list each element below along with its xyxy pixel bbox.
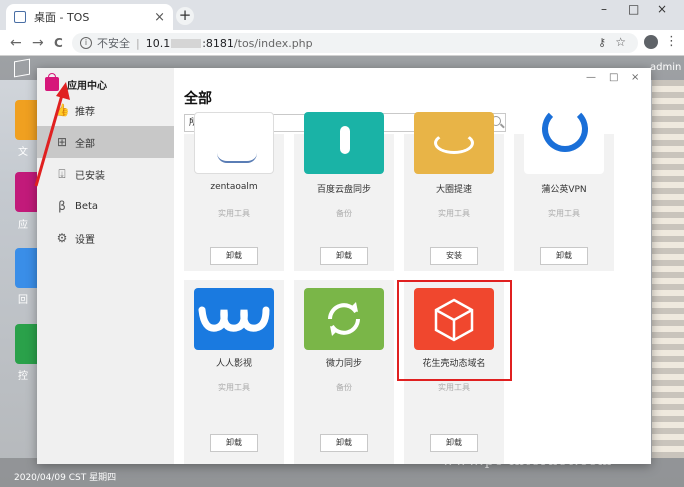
weili-logo-icon <box>304 288 384 350</box>
uninstall-button[interactable]: 卸载 <box>540 247 588 265</box>
new-tab-button[interactable]: + <box>176 7 194 25</box>
uninstall-button[interactable]: 卸载 <box>320 434 368 452</box>
app-card-daquan[interactable]: 大圈提速 实用工具 安装 <box>404 112 504 271</box>
tos-favicon-icon <box>14 11 26 23</box>
sidebar-item-label: 全部 <box>75 138 95 150</box>
uninstall-button[interactable]: 卸载 <box>430 434 478 452</box>
sidebar-header: 应用中心 <box>45 73 107 94</box>
sidebar-item-label: Beta <box>75 200 99 212</box>
window-close-button[interactable]: × <box>631 72 639 83</box>
sidebar-item-installed[interactable]: ⍗ 已安装 <box>37 158 174 190</box>
background-books <box>652 80 684 458</box>
reload-button[interactable]: C <box>54 36 63 50</box>
desktop-user-name[interactable]: admin <box>650 62 681 73</box>
tab-title: 桌面 - TOS <box>34 11 90 24</box>
window-maximize-button[interactable]: □ <box>609 72 618 83</box>
window-minimize-button[interactable]: — <box>586 72 596 83</box>
url-host: 10.1 <box>145 36 171 50</box>
baidu-cloud-logo-icon <box>304 112 384 174</box>
app-center-window: 应用中心 👍 推荐 ⊞ 全部 ⍗ 已安装 β Beta ⚙ 设置 — □ × 全… <box>37 68 651 464</box>
app-card-zentaoalm[interactable]: zentaoalm 实用工具 卸载 <box>184 112 284 271</box>
browser-minimize-button[interactable]: – <box>601 2 607 16</box>
address-bar: ← → C i 不安全 | 10.1 :8181/tos/index.php ⚷ … <box>0 30 684 56</box>
browser-tab-bar: 桌面 - TOS × + – □ × <box>0 0 684 30</box>
url-separator: | <box>136 36 140 50</box>
app-name: 百度云盘同步 <box>316 185 371 195</box>
app-card-baidu-sync[interactable]: 百度云盘同步 备份 卸载 <box>294 112 394 271</box>
desktop-label-control: 控 <box>18 371 28 382</box>
thumbs-up-icon: 👍 <box>54 103 70 117</box>
renren-wave-icon <box>198 306 270 332</box>
account-avatar-icon[interactable] <box>644 35 658 49</box>
security-label: 不安全 <box>97 37 130 50</box>
app-name: zentaoalm <box>210 182 258 192</box>
url-text: 10.1 :8181/tos/index.php <box>146 37 313 50</box>
desktop-label-appcenter: 应 <box>18 220 28 231</box>
url-masked-part <box>171 39 202 48</box>
pugongying-logo-icon <box>524 112 604 174</box>
app-category: 备份 <box>336 383 352 392</box>
app-card-weili-sync[interactable]: 微力同步 备份 卸载 <box>294 280 394 464</box>
sync-arrows-icon <box>328 302 360 336</box>
download-box-icon: ⍗ <box>58 166 66 181</box>
sidebar-item-settings[interactable]: ⚙ 设置 <box>37 222 174 254</box>
app-name: 蒲公英VPN <box>541 185 587 195</box>
app-category: 实用工具 <box>548 209 580 218</box>
url-port: :8181 <box>202 36 234 50</box>
browser-maximize-button[interactable]: □ <box>628 2 639 16</box>
tab-close-icon[interactable]: × <box>154 10 165 25</box>
page-title: 全部 <box>184 91 212 107</box>
app-card-pugongying-vpn[interactable]: 蒲公英VPN 实用工具 卸载 <box>514 112 614 271</box>
forward-button[interactable]: → <box>32 35 44 51</box>
desktop-label-recycle: 回 <box>18 295 28 306</box>
back-button[interactable]: ← <box>10 35 22 51</box>
app-category: 实用工具 <box>218 209 250 218</box>
browser-tab[interactable]: 桌面 - TOS × <box>6 4 173 30</box>
app-card-renren[interactable]: 人人影视 实用工具 卸载 <box>184 280 284 464</box>
zentaoalm-logo-icon <box>194 112 274 174</box>
tos-logo-icon[interactable] <box>14 58 30 78</box>
app-name: 微力同步 <box>325 359 362 369</box>
sidebar-item-label: 推荐 <box>75 106 95 118</box>
app-category: 实用工具 <box>218 383 250 392</box>
sidebar-item-all[interactable]: ⊞ 全部 <box>37 126 174 158</box>
url-path: /tos/index.php <box>233 36 313 50</box>
sidebar-item-beta[interactable]: β Beta <box>37 190 174 222</box>
uninstall-button[interactable]: 卸载 <box>320 247 368 265</box>
browser-close-button[interactable]: × <box>657 2 667 16</box>
key-icon[interactable]: ⚷ <box>598 36 606 49</box>
browser-menu-icon[interactable]: ⋮ <box>665 34 678 49</box>
main-panel: — □ × 全部 所有 ⌄ zentaoalm 实用工具 卸载 <box>174 68 651 464</box>
app-name: 人人影视 <box>215 359 252 369</box>
app-category: 备份 <box>336 209 352 218</box>
desktop-clock: 2020/04/09 CST 星期四 <box>14 473 117 483</box>
gear-icon: ⚙ <box>56 231 68 245</box>
daquan-logo-icon <box>414 112 494 174</box>
install-button[interactable]: 安装 <box>430 247 478 265</box>
beta-icon: β <box>58 199 66 213</box>
app-category: 实用工具 <box>438 209 470 218</box>
highlight-box <box>397 280 512 381</box>
uninstall-button[interactable]: 卸载 <box>210 434 258 452</box>
renren-logo-icon <box>194 288 274 350</box>
url-field[interactable]: i 不安全 | 10.1 :8181/tos/index.php ⚷ ☆ <box>72 33 638 53</box>
sidebar-item-recommended[interactable]: 👍 推荐 <box>37 94 174 126</box>
sidebar-item-label: 已安装 <box>75 170 105 182</box>
shopping-bag-icon <box>45 73 59 91</box>
app-category: 实用工具 <box>438 383 470 392</box>
app-center-title: 应用中心 <box>67 80 107 92</box>
sidebar-item-label: 设置 <box>75 234 95 246</box>
info-icon[interactable]: i <box>80 37 92 49</box>
uninstall-button[interactable]: 卸载 <box>210 247 258 265</box>
bookmark-star-icon[interactable]: ☆ <box>615 35 626 49</box>
grid-icon: ⊞ <box>56 135 68 149</box>
app-name: 大圈提速 <box>435 185 472 195</box>
desktop-label-files: 文 <box>18 147 28 158</box>
sidebar: 应用中心 👍 推荐 ⊞ 全部 ⍗ 已安装 β Beta ⚙ 设置 <box>37 68 174 464</box>
